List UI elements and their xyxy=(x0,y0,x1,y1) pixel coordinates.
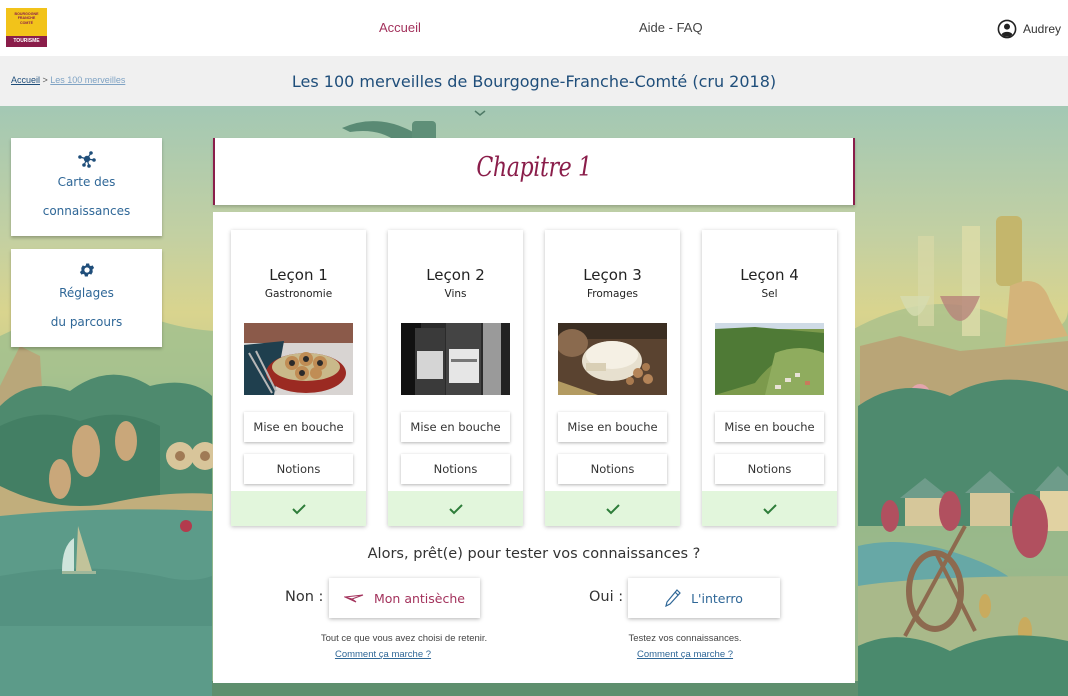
gear-icon xyxy=(79,263,94,277)
lesson-card: Leçon 4 Sel Mise en bouche Notions xyxy=(702,230,837,526)
page-title: Les 100 merveilles de Bourgogne-Franche-… xyxy=(291,72,777,91)
cheat-sheet-help-link[interactable]: Comment ça marche ? xyxy=(273,649,493,660)
intro-button[interactable]: Mise en bouche xyxy=(558,412,667,442)
salins-valley-photo[interactable] xyxy=(715,323,824,395)
network-icon xyxy=(77,151,96,168)
brand-logo[interactable]: BOURGOGNE FRANCHE COMTÉ TOURISME xyxy=(6,8,47,47)
logo-text-line3: COMTÉ xyxy=(20,20,33,25)
pencil-icon xyxy=(665,589,681,607)
lesson-completed-indicator xyxy=(388,491,523,526)
notions-button[interactable]: Notions xyxy=(558,454,667,484)
intro-button[interactable]: Mise en bouche xyxy=(715,412,824,442)
chapter-title: Chapitre 1 xyxy=(476,152,592,183)
lesson-subtitle: Gastronomie xyxy=(264,288,333,300)
intro-button[interactable]: Mise en bouche xyxy=(244,412,353,442)
lesson-subtitle: Fromages xyxy=(586,288,639,300)
intro-button[interactable]: Mise en bouche xyxy=(401,412,510,442)
escargots-photo[interactable] xyxy=(244,323,353,395)
user-menu[interactable]: Audrey xyxy=(997,19,1061,39)
check-icon xyxy=(605,503,620,514)
check-icon xyxy=(762,503,777,514)
lesson-card: Leçon 1 Gastronomie Mise en bouche Notio… xyxy=(231,230,366,526)
course-settings-label-line2: du parcours xyxy=(50,315,123,329)
lesson-completed-indicator xyxy=(231,491,366,526)
lesson-title: Leçon 1 xyxy=(269,266,328,284)
cheat-sheet-description: Tout ce que vous avez choisi de retenir. xyxy=(320,633,488,644)
chapter-content-panel: Leçon 1 Gastronomie Mise en bouche Notio… xyxy=(213,212,855,683)
user-circle-icon xyxy=(997,19,1017,39)
notions-button[interactable]: Notions xyxy=(244,454,353,484)
knowledge-map-label-line1: Carte des xyxy=(57,175,116,189)
lesson-completed-indicator xyxy=(702,491,837,526)
notions-button[interactable]: Notions xyxy=(715,454,824,484)
cheat-sheet-button[interactable]: Mon antisèche xyxy=(329,578,480,618)
yes-label: Oui : xyxy=(589,589,624,605)
lesson-subtitle: Sel xyxy=(761,288,778,300)
lesson-title: Leçon 3 xyxy=(583,266,642,284)
quiz-help-link[interactable]: Comment ça marche ? xyxy=(575,649,795,660)
lesson-title: Leçon 2 xyxy=(426,266,485,284)
top-navigation-bar: BOURGOGNE FRANCHE COMTÉ TOURISME Accueil… xyxy=(0,0,1068,56)
knowledge-map-label-line2: connaissances xyxy=(42,204,131,218)
quiz-label: L'interro xyxy=(691,590,743,606)
quiz-question: Alors, prêt(e) pour tester vos connaissa… xyxy=(367,546,701,562)
logo-text-tourisme: TOURISME xyxy=(6,36,47,47)
mont-dor-cheese-photo[interactable] xyxy=(558,323,667,395)
nav-link-home[interactable]: Accueil xyxy=(379,20,421,35)
user-name: Audrey xyxy=(1023,22,1062,36)
course-settings-label-line1: Réglages xyxy=(59,286,114,300)
lesson-card: Leçon 2 Vins Mise en bouche Notions xyxy=(388,230,523,526)
lesson-title: Leçon 4 xyxy=(740,266,799,284)
lesson-card: Leçon 3 Fromages Mise en bouche Notions xyxy=(545,230,680,526)
nav-link-faq[interactable]: Aide - FAQ xyxy=(639,20,703,35)
chapter-header: Chapitre 1 xyxy=(213,138,855,205)
sub-header: Accueil > Les 100 merveilles Les 100 mer… xyxy=(0,56,1068,106)
wine-bottles-photo[interactable] xyxy=(401,323,510,395)
course-settings-button[interactable]: Réglages du parcours xyxy=(11,249,162,347)
lesson-completed-indicator xyxy=(545,491,680,526)
check-icon xyxy=(448,503,463,514)
notions-button[interactable]: Notions xyxy=(401,454,510,484)
lesson-subtitle: Vins xyxy=(444,288,467,300)
check-icon xyxy=(291,503,306,514)
knowledge-map-button[interactable]: Carte des connaissances xyxy=(11,138,162,236)
quiz-description: Testez vos connaissances. xyxy=(628,633,742,644)
cheat-sheet-label: Mon antisèche xyxy=(374,590,465,606)
quiz-button[interactable]: L'interro xyxy=(628,578,780,618)
paper-plane-icon xyxy=(344,594,364,603)
no-label: Non : xyxy=(285,589,324,605)
